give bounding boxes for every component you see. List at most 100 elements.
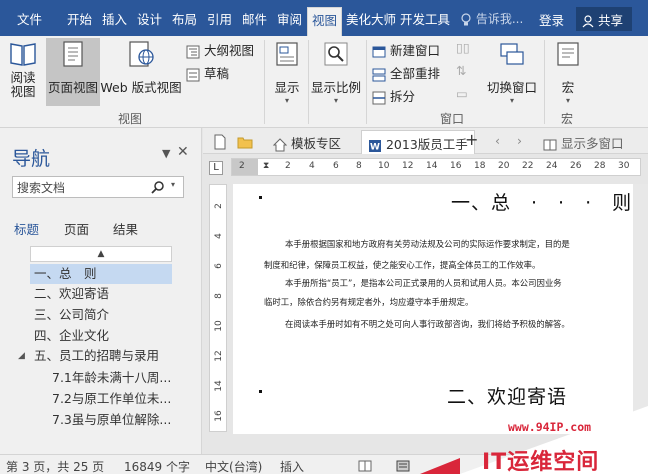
nav-tab-pages[interactable]: 页面 bbox=[64, 219, 89, 238]
tab-view[interactable]: 视图 bbox=[307, 7, 343, 36]
read-mode-label-2: 视图 bbox=[10, 84, 36, 99]
split-button[interactable]: 拆分 bbox=[372, 86, 415, 105]
tab-review[interactable]: 审阅 bbox=[277, 9, 302, 28]
new-doc-icon[interactable] bbox=[213, 133, 227, 150]
show-multi-window-button[interactable]: 显示多窗口 bbox=[543, 133, 624, 152]
ruler-mark: 8 bbox=[214, 293, 224, 299]
tab-file[interactable]: 文件 bbox=[17, 9, 42, 28]
ruler-mark: 14 bbox=[426, 161, 438, 171]
read-mode-button[interactable]: 阅读 视图 bbox=[4, 40, 42, 106]
heading-item[interactable]: 7.3虽与原单位解除... bbox=[52, 410, 171, 430]
sync-scroll-button[interactable]: ⇅ bbox=[456, 63, 466, 78]
heading-item[interactable]: 五、员工的招聘与录用 bbox=[34, 346, 159, 366]
ruler-margin-left bbox=[232, 159, 258, 175]
ribbon-separator bbox=[308, 40, 309, 124]
heading-item[interactable]: 7.2与原工作单位未... bbox=[52, 389, 171, 409]
read-mode-status-icon[interactable] bbox=[358, 458, 372, 472]
share-button[interactable]: 共享 bbox=[576, 7, 632, 31]
document-page[interactable]: 一、总 · · · 则 本手册根据国家和地方政府有关劳动法规及公司的实际运作要求… bbox=[233, 184, 633, 434]
nav-search-input[interactable]: 搜索文档 ▾ bbox=[12, 176, 184, 198]
ruler-mark: 4 bbox=[309, 161, 315, 171]
macros-button[interactable]: 宏 ▾ bbox=[552, 40, 584, 106]
tab-design[interactable]: 设计 bbox=[137, 9, 162, 28]
ruler-mark: 6 bbox=[333, 161, 339, 171]
chevron-down-icon: ▾ bbox=[333, 96, 338, 105]
search-icon[interactable] bbox=[151, 180, 165, 194]
ribbon-tab-bar: 文件 开始 插入 设计 布局 引用 邮件 审阅 视图 美化大师 开发工具 告诉我… bbox=[0, 0, 648, 36]
new-window-button[interactable]: 新建窗口 bbox=[372, 40, 440, 59]
outline-icon bbox=[186, 45, 200, 58]
heading-item[interactable]: 三、公司简介 bbox=[34, 305, 109, 325]
heading-item[interactable]: 7.1年龄未满十八周... bbox=[52, 368, 171, 388]
open-folder-icon[interactable] bbox=[237, 133, 253, 149]
page-icon bbox=[63, 41, 83, 67]
tab-references[interactable]: 引用 bbox=[207, 9, 232, 28]
switch-windows-button[interactable]: 切换窗口 ▾ bbox=[484, 40, 540, 106]
page-count[interactable]: 第 3 页，共 25 页 bbox=[6, 458, 104, 474]
share-label: 共享 bbox=[597, 13, 623, 28]
ribbon-separator bbox=[366, 40, 367, 124]
home-icon bbox=[273, 137, 287, 151]
web-layout-button[interactable]: Web 版式视图 bbox=[100, 40, 182, 106]
login-link[interactable]: 登录 bbox=[539, 10, 564, 29]
tab-template-zone[interactable]: 模板专区 bbox=[273, 133, 341, 152]
ruler-mark: 2 bbox=[239, 161, 245, 171]
ruler-mark: 2 bbox=[285, 161, 291, 171]
heading-item[interactable]: 二、欢迎寄语 bbox=[34, 284, 109, 304]
body-paragraph: 临时工，除依合约另有规定者外，均应遵守本手册规定。 bbox=[264, 297, 474, 307]
print-layout-button[interactable]: 页面视图 bbox=[46, 38, 100, 106]
zoom-button[interactable]: 显示比例 ▾ bbox=[310, 40, 362, 106]
insert-mode[interactable]: 插入 bbox=[280, 458, 304, 474]
show-icon bbox=[276, 42, 298, 66]
watermark-text: IT运维空间 bbox=[482, 450, 600, 474]
expand-triangle-icon[interactable]: ◢ bbox=[18, 351, 25, 361]
language-indicator[interactable]: 中文(台湾) bbox=[205, 458, 262, 474]
read-mode-label-1: 阅读 bbox=[10, 70, 36, 85]
multi-window-icon bbox=[543, 139, 557, 150]
add-tab-icon[interactable]: + bbox=[465, 130, 478, 149]
chevron-left-icon[interactable]: ‹ bbox=[495, 133, 500, 148]
heading-item[interactable]: 一、总 则 bbox=[30, 264, 172, 284]
tell-me-search[interactable]: 告诉我... bbox=[460, 10, 523, 27]
tab-selector[interactable]: L bbox=[209, 161, 223, 175]
arrange-all-button[interactable]: 全部重排 bbox=[372, 63, 440, 82]
heading-general-provisions: 一、总 · · · 则 bbox=[451, 192, 633, 214]
reset-window-button[interactable]: ▭ bbox=[456, 86, 468, 101]
word-count[interactable]: 16849 个字 bbox=[124, 458, 190, 474]
tab-active-document[interactable]: W 2013版员工手 bbox=[361, 130, 475, 154]
chevron-down-icon: ▾ bbox=[284, 96, 289, 105]
chevron-right-icon[interactable]: › bbox=[517, 133, 522, 148]
blank-page-icon bbox=[214, 134, 226, 149]
ruler-mark: 10 bbox=[378, 161, 390, 171]
outline-view-button[interactable]: 大纲视图 bbox=[186, 40, 254, 59]
web-layout-label: Web 版式视图 bbox=[100, 80, 182, 95]
macro-icon bbox=[557, 42, 579, 66]
chevron-down-icon[interactable]: ▾ bbox=[171, 180, 175, 189]
tab-layout[interactable]: 布局 bbox=[172, 9, 197, 28]
tab-developer[interactable]: 开发工具 bbox=[400, 9, 450, 28]
tab-beautify-master[interactable]: 美化大师 bbox=[346, 9, 396, 28]
nav-options-icon[interactable]: ▼ bbox=[162, 147, 170, 160]
person-icon bbox=[582, 15, 594, 28]
tab-home[interactable]: 开始 bbox=[67, 9, 92, 28]
heading-item[interactable]: 四、企业文化 bbox=[34, 326, 109, 346]
vertical-ruler[interactable]: 2 4 6 8 10 12 14 16 bbox=[209, 184, 227, 432]
new-window-icon bbox=[372, 46, 386, 57]
close-icon[interactable]: ✕ bbox=[177, 144, 189, 160]
paragraph-mark bbox=[259, 390, 262, 393]
tab-insert[interactable]: 插入 bbox=[102, 9, 127, 28]
chevron-down-icon: ▾ bbox=[509, 96, 514, 105]
draft-button[interactable]: 草稿 bbox=[186, 63, 229, 82]
ruler-mark: 2 bbox=[214, 203, 224, 209]
globe-page-icon bbox=[129, 41, 154, 67]
arrange-all-icon bbox=[372, 68, 386, 81]
tab-mailings[interactable]: 邮件 bbox=[242, 9, 267, 28]
show-button[interactable]: 显示 ▾ bbox=[270, 40, 304, 106]
indent-marker-icon[interactable]: ⧗ bbox=[263, 161, 269, 171]
collapse-up-icon[interactable]: ▲ bbox=[30, 246, 172, 262]
nav-tab-results[interactable]: 结果 bbox=[113, 219, 138, 238]
side-by-side-button[interactable]: ▯▯ bbox=[456, 40, 470, 55]
horizontal-ruler[interactable]: 2 ⧗ 2 4 6 8 10 12 14 16 18 20 22 24 26 2… bbox=[231, 158, 641, 176]
nav-tab-headings[interactable]: 标题 bbox=[14, 219, 39, 238]
ruler-mark: 12 bbox=[214, 350, 224, 362]
